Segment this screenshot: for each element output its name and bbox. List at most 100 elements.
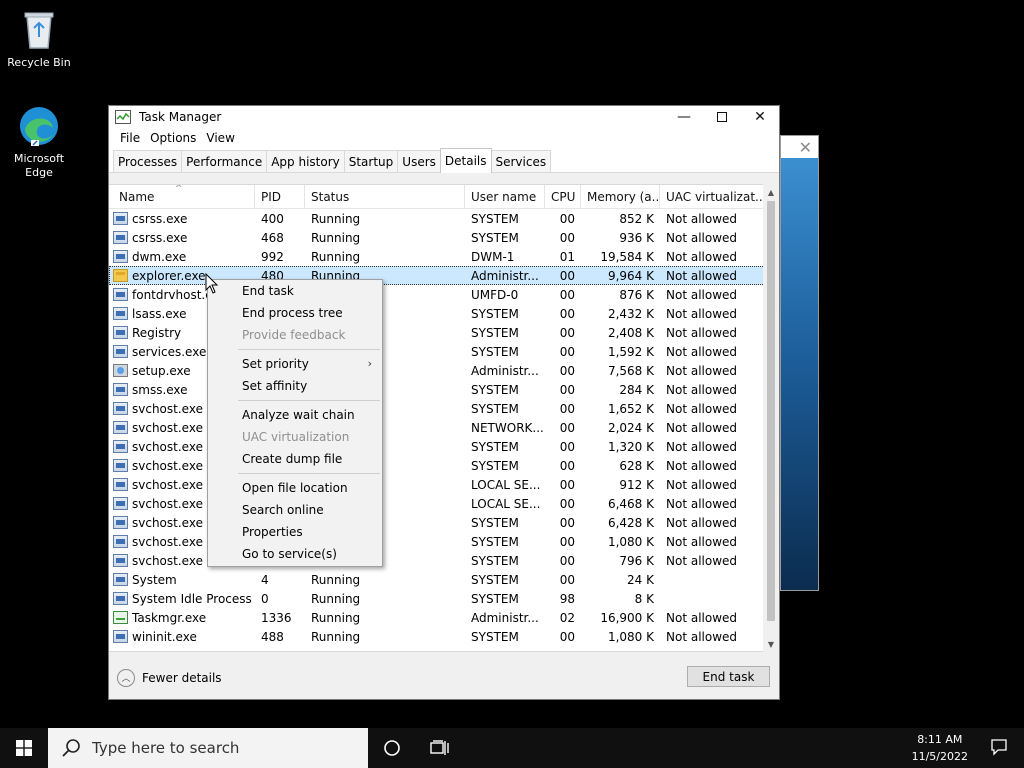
menu-item-go-to-service-s[interactable]: Go to service(s) <box>208 543 382 565</box>
folder-icon <box>113 269 128 282</box>
tab-users[interactable]: Users <box>397 150 441 172</box>
maximize-button[interactable] <box>703 106 741 128</box>
menu-item-provide-feedback: Provide feedback <box>242 328 346 342</box>
menu-view[interactable]: View <box>201 131 239 145</box>
menu-item-analyze-wait-chain[interactable]: Analyze wait chain <box>208 404 382 426</box>
process-icon <box>113 459 128 472</box>
process-icon <box>113 421 128 434</box>
fewer-details-button[interactable]: ︿ Fewer details <box>117 668 222 687</box>
menu-options[interactable]: Options <box>145 131 201 145</box>
column-header-cpu[interactable]: CPU <box>545 185 581 209</box>
table-row[interactable]: Taskmgr.exe 1336 Running Administr... 02 16,9… <box>109 608 765 627</box>
cell-cpu: 00 <box>559 572 575 587</box>
column-header-status[interactable]: Status <box>305 185 465 209</box>
desktop-icon-edge[interactable]: Microsoft Edge <box>0 104 78 180</box>
tab-details[interactable]: Details <box>439 148 492 173</box>
tab-performance[interactable]: Performance <box>181 150 268 172</box>
windows-logo-icon <box>16 740 32 756</box>
process-icon <box>113 554 128 567</box>
table-row[interactable]: dwm.exe 992 Running DWM-1 01 19,584 K Not allo… <box>109 247 765 266</box>
cell-cpu: 00 <box>559 344 575 359</box>
system-clock[interactable]: 8:11 AM 11/5/2022 <box>912 731 968 765</box>
cortana-button[interactable] <box>368 728 416 768</box>
menu-item-set-priority[interactable]: Set priority › <box>208 353 382 375</box>
chevron-right-icon: › <box>367 357 372 370</box>
cell-memory: 936 K <box>619 230 654 245</box>
close-button[interactable]: ✕ <box>741 106 779 128</box>
cell-user-name: SYSTEM <box>471 382 519 397</box>
process-icon <box>113 440 128 453</box>
start-button[interactable] <box>0 728 48 768</box>
table-row[interactable]: csrss.exe 400 Running SYSTEM 00 852 K Not allo… <box>109 209 765 228</box>
process-icon <box>113 592 128 605</box>
tab-app-history[interactable]: App history <box>266 150 345 172</box>
cell-user-name: SYSTEM <box>471 553 519 568</box>
cell-user-name: SYSTEM <box>471 629 519 644</box>
cell-memory: 852 K <box>619 211 654 226</box>
column-header-memory[interactable]: Memory (a... <box>581 185 660 209</box>
close-icon[interactable]: ✕ <box>799 138 812 157</box>
cell-uac: Not allowed <box>666 382 738 397</box>
cell-memory: 6,428 K <box>607 515 654 530</box>
cell-user-name: SYSTEM <box>471 344 519 359</box>
tab-processes[interactable]: Processes <box>113 150 183 172</box>
cell-user-name: Administr... <box>471 268 539 283</box>
vertical-scrollbar[interactable]: ▲ ▼ <box>763 184 779 652</box>
cell-user-name: SYSTEM <box>471 230 519 245</box>
column-header-pid[interactable]: PID <box>255 185 305 209</box>
menu-item-end-process-tree[interactable]: End process tree <box>208 302 382 324</box>
scroll-up-icon[interactable]: ▲ <box>763 184 779 200</box>
menu-item-set-affinity[interactable]: Set affinity <box>208 375 382 397</box>
cell-user-name: SYSTEM <box>471 534 519 549</box>
cell-cpu: 00 <box>559 325 575 340</box>
cell-pid: 4 <box>261 572 269 587</box>
menu-item-create-dump-file[interactable]: Create dump file <box>208 448 382 470</box>
notification-icon[interactable] <box>990 738 1008 756</box>
cell-cpu: 00 <box>559 363 575 378</box>
menu-file[interactable]: File <box>115 131 145 145</box>
scrollbar-thumb[interactable] <box>767 201 775 621</box>
cell-pid: 400 <box>261 211 284 226</box>
cell-user-name: SYSTEM <box>471 325 519 340</box>
cell-user-name: SYSTEM <box>471 439 519 454</box>
task-view-icon <box>430 740 449 755</box>
title-bar[interactable]: Task Manager — ✕ <box>109 106 779 128</box>
cell-memory: 2,408 K <box>607 325 654 340</box>
menu-item-end-task[interactable]: End task <box>208 280 382 302</box>
menu-item-search-online[interactable]: Search online <box>208 499 382 521</box>
task-view-button[interactable] <box>416 728 464 768</box>
cell-uac: Not allowed <box>666 553 738 568</box>
tab-startup[interactable]: Startup <box>343 150 399 172</box>
cell-name: System Idle Process <box>109 592 255 606</box>
table-row[interactable]: System Idle Process 0 Running SYSTEM 98 8 K <box>109 589 765 608</box>
menu-item-open-file-location[interactable]: Open file location <box>208 477 382 499</box>
cell-cpu: 00 <box>559 629 575 644</box>
cell-memory: 2,024 K <box>607 420 654 435</box>
background-window[interactable]: ✕ <box>780 135 819 591</box>
end-task-button[interactable]: End task <box>687 666 770 687</box>
cell-cpu: 01 <box>559 249 575 264</box>
desktop-icon-recycle-bin[interactable]: Recycle Bin <box>0 8 78 70</box>
taskbar-search-box[interactable]: Type here to search <box>48 728 368 768</box>
cell-memory: 19,584 K <box>600 249 654 264</box>
scroll-down-icon[interactable]: ▼ <box>763 636 779 652</box>
column-header-uac[interactable]: UAC virtualizat... <box>660 185 765 209</box>
process-icon <box>113 345 128 358</box>
column-header-user-name[interactable]: User name <box>465 185 545 209</box>
cell-cpu: 98 <box>559 591 575 606</box>
cell-uac: Not allowed <box>666 420 738 435</box>
cell-user-name: SYSTEM <box>471 211 519 226</box>
cell-user-name: Administr... <box>471 363 539 378</box>
cell-uac: Not allowed <box>666 325 738 340</box>
table-row[interactable]: csrss.exe 468 Running SYSTEM 00 936 K Not allo… <box>109 228 765 247</box>
menu-item-properties[interactable]: Properties <box>208 521 382 543</box>
window-title: Task Manager <box>139 110 222 124</box>
table-row[interactable]: wininit.exe 488 Running SYSTEM 00 1,080 K Not … <box>109 627 765 646</box>
cell-uac: Not allowed <box>666 515 738 530</box>
table-row[interactable]: System 4 Running SYSTEM 00 24 K <box>109 570 765 589</box>
minimize-button[interactable]: — <box>665 106 703 128</box>
tab-services[interactable]: Services <box>490 150 552 172</box>
background-window-content <box>781 158 818 590</box>
cell-memory: 876 K <box>619 287 654 302</box>
column-header-name[interactable]: ^ Name <box>109 185 255 209</box>
